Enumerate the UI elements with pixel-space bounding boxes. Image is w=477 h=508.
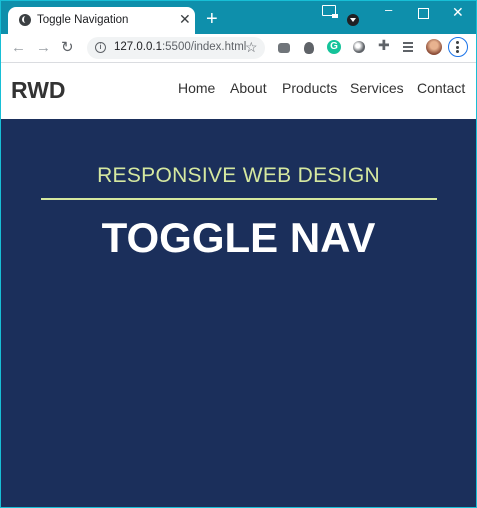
plus-icon[interactable]: + bbox=[206, 9, 218, 29]
site-header: RWD Home About Products Services Contact bbox=[1, 63, 476, 119]
browser-toolbar: ← → ↻ i 127.0.0.1:5500/index.html ☆ G ✚ bbox=[1, 34, 476, 63]
info-icon[interactable]: i bbox=[95, 42, 106, 53]
star-icon[interactable]: ☆ bbox=[245, 39, 258, 56]
site-logo[interactable]: RWD bbox=[11, 77, 66, 104]
menu-icon[interactable] bbox=[448, 37, 468, 57]
tab-strip: Toggle Navigation ✕ + – ✕ bbox=[1, 1, 476, 35]
hero-title: TOGGLE NAV bbox=[101, 214, 376, 261]
minimize-button[interactable]: – bbox=[385, 3, 392, 17]
nav-link-about[interactable]: About bbox=[230, 80, 267, 96]
nav-link-services[interactable]: Services bbox=[350, 80, 404, 96]
address-bar[interactable]: i 127.0.0.1:5500/index.html ☆ bbox=[87, 37, 265, 59]
profile-dropdown-icon[interactable] bbox=[347, 14, 359, 26]
puzzle-icon[interactable]: ✚ bbox=[378, 38, 392, 52]
nav-link-products[interactable]: Products bbox=[282, 80, 337, 96]
bug-icon[interactable] bbox=[304, 42, 314, 54]
nav-link-home[interactable]: Home bbox=[178, 80, 215, 96]
close-icon[interactable]: ✕ bbox=[179, 12, 191, 26]
page-viewport: RWD Home About Products Services Contact… bbox=[1, 63, 476, 507]
tab-title: Toggle Navigation bbox=[37, 14, 129, 26]
cast-icon[interactable] bbox=[322, 5, 338, 18]
grammarly-icon[interactable]: G bbox=[327, 40, 341, 54]
back-icon[interactable]: ← bbox=[11, 40, 26, 56]
url-text[interactable]: 127.0.0.1:5500/index.html bbox=[114, 41, 246, 53]
nav-link-contact[interactable]: Contact bbox=[417, 80, 465, 96]
maximize-button[interactable] bbox=[418, 8, 429, 19]
tab-active[interactable]: Toggle Navigation ✕ bbox=[8, 7, 195, 35]
hero-section: RESPONSIVE WEB DESIGN TOGGLE NAV bbox=[1, 119, 476, 507]
forward-icon[interactable]: → bbox=[36, 40, 51, 56]
browser-window: Toggle Navigation ✕ + – ✕ ← → ↻ i 127.0.… bbox=[0, 0, 477, 508]
media-icon[interactable] bbox=[403, 42, 415, 52]
camera-icon[interactable] bbox=[278, 43, 290, 53]
extension-icon[interactable] bbox=[353, 41, 365, 53]
avatar[interactable] bbox=[426, 39, 442, 55]
reload-icon[interactable]: ↻ bbox=[61, 40, 74, 56]
hero-subtitle: RESPONSIVE WEB DESIGN bbox=[97, 164, 380, 187]
hero-divider bbox=[41, 198, 437, 200]
window-close-button[interactable]: ✕ bbox=[452, 5, 464, 19]
globe-icon bbox=[19, 14, 31, 26]
